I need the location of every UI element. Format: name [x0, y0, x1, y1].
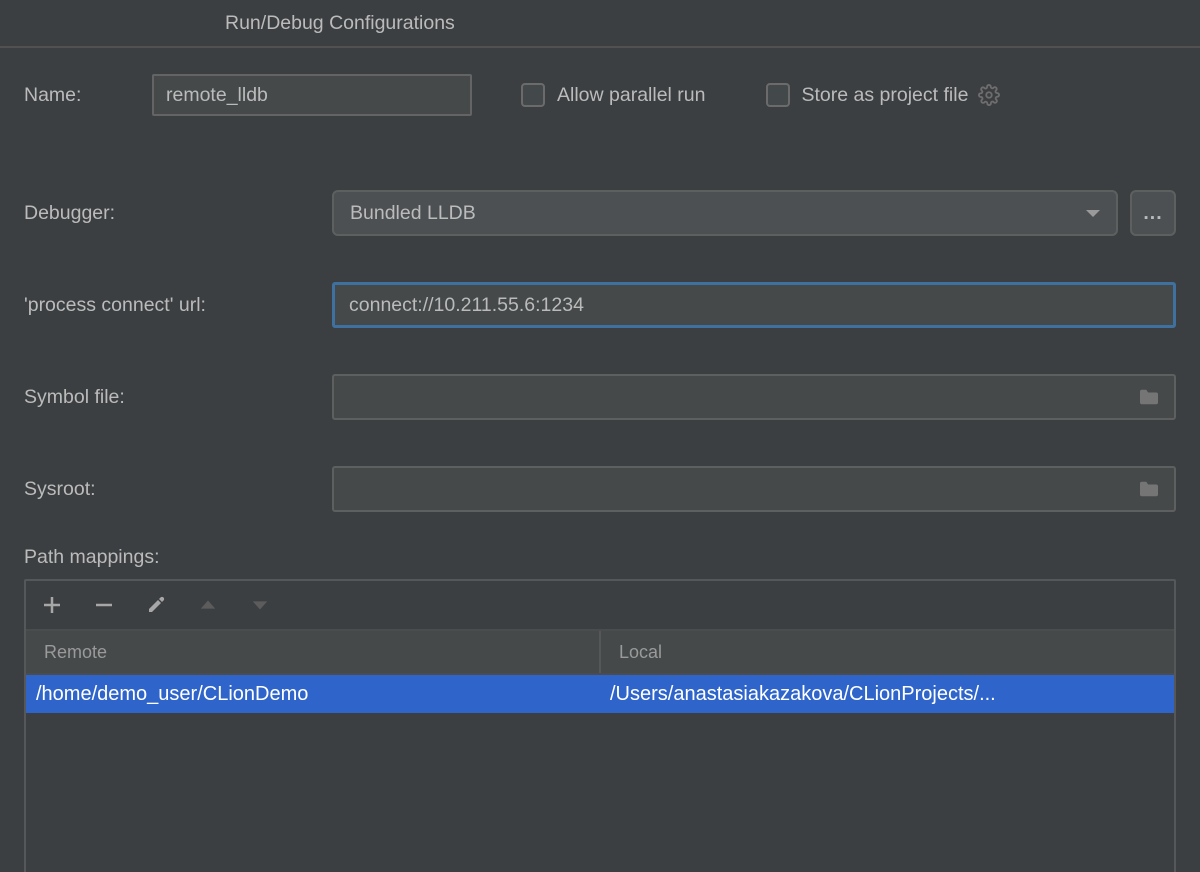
remove-icon[interactable] — [94, 595, 114, 615]
path-mappings-body[interactable]: /home/demo_user/CLionDemo /Users/anastas… — [26, 675, 1174, 872]
cell-local: /Users/anastasiakazakova/CLionProjects/.… — [600, 675, 1174, 713]
header-local: Local — [601, 631, 1174, 673]
gear-icon[interactable] — [972, 84, 1000, 106]
debugger-browse-button[interactable]: ... — [1130, 190, 1176, 236]
move-down-icon — [250, 595, 270, 615]
allow-parallel-run-option[interactable]: Allow parallel run — [521, 83, 706, 107]
table-row[interactable]: /home/demo_user/CLionDemo /Users/anastas… — [26, 675, 1174, 713]
symbol-file-input[interactable] — [332, 374, 1176, 420]
path-mappings-toolbar — [26, 581, 1174, 631]
debugger-selected: Bundled LLDB — [350, 202, 476, 225]
process-connect-input[interactable]: connect://10.211.55.6:1234 — [332, 282, 1176, 328]
process-connect-label: 'process connect' url: — [24, 294, 332, 317]
store-as-project-file-option[interactable]: Store as project file — [766, 83, 969, 107]
dialog-title: Run/Debug Configurations — [0, 0, 1200, 46]
header-remote: Remote — [26, 631, 601, 673]
store-as-project-file-label: Store as project file — [802, 84, 969, 107]
allow-parallel-run-label: Allow parallel run — [557, 84, 706, 107]
cell-remote: /home/demo_user/CLionDemo — [26, 675, 600, 713]
chevron-down-icon — [1086, 210, 1100, 217]
path-mappings-header: Remote Local — [26, 631, 1174, 675]
edit-icon[interactable] — [146, 595, 166, 615]
dialog-title-text: Run/Debug Configurations — [225, 12, 455, 35]
process-connect-value: connect://10.211.55.6:1234 — [349, 294, 584, 317]
add-icon[interactable] — [42, 595, 62, 615]
folder-icon[interactable] — [1138, 480, 1160, 498]
name-input[interactable] — [152, 74, 472, 116]
debugger-label: Debugger: — [24, 202, 332, 225]
ellipsis-icon: ... — [1143, 202, 1162, 225]
path-mappings-panel: Remote Local /home/demo_user/CLionDemo /… — [24, 579, 1176, 872]
folder-icon[interactable] — [1138, 388, 1160, 406]
sysroot-input[interactable] — [332, 466, 1176, 512]
checkbox-icon[interactable] — [766, 83, 790, 107]
path-mappings-label: Path mappings: — [24, 546, 1176, 569]
move-up-icon — [198, 595, 218, 615]
debugger-select[interactable]: Bundled LLDB — [332, 190, 1118, 236]
name-label: Name: — [24, 84, 152, 107]
checkbox-icon[interactable] — [521, 83, 545, 107]
sysroot-label: Sysroot: — [24, 478, 332, 501]
symbol-file-label: Symbol file: — [24, 386, 332, 409]
